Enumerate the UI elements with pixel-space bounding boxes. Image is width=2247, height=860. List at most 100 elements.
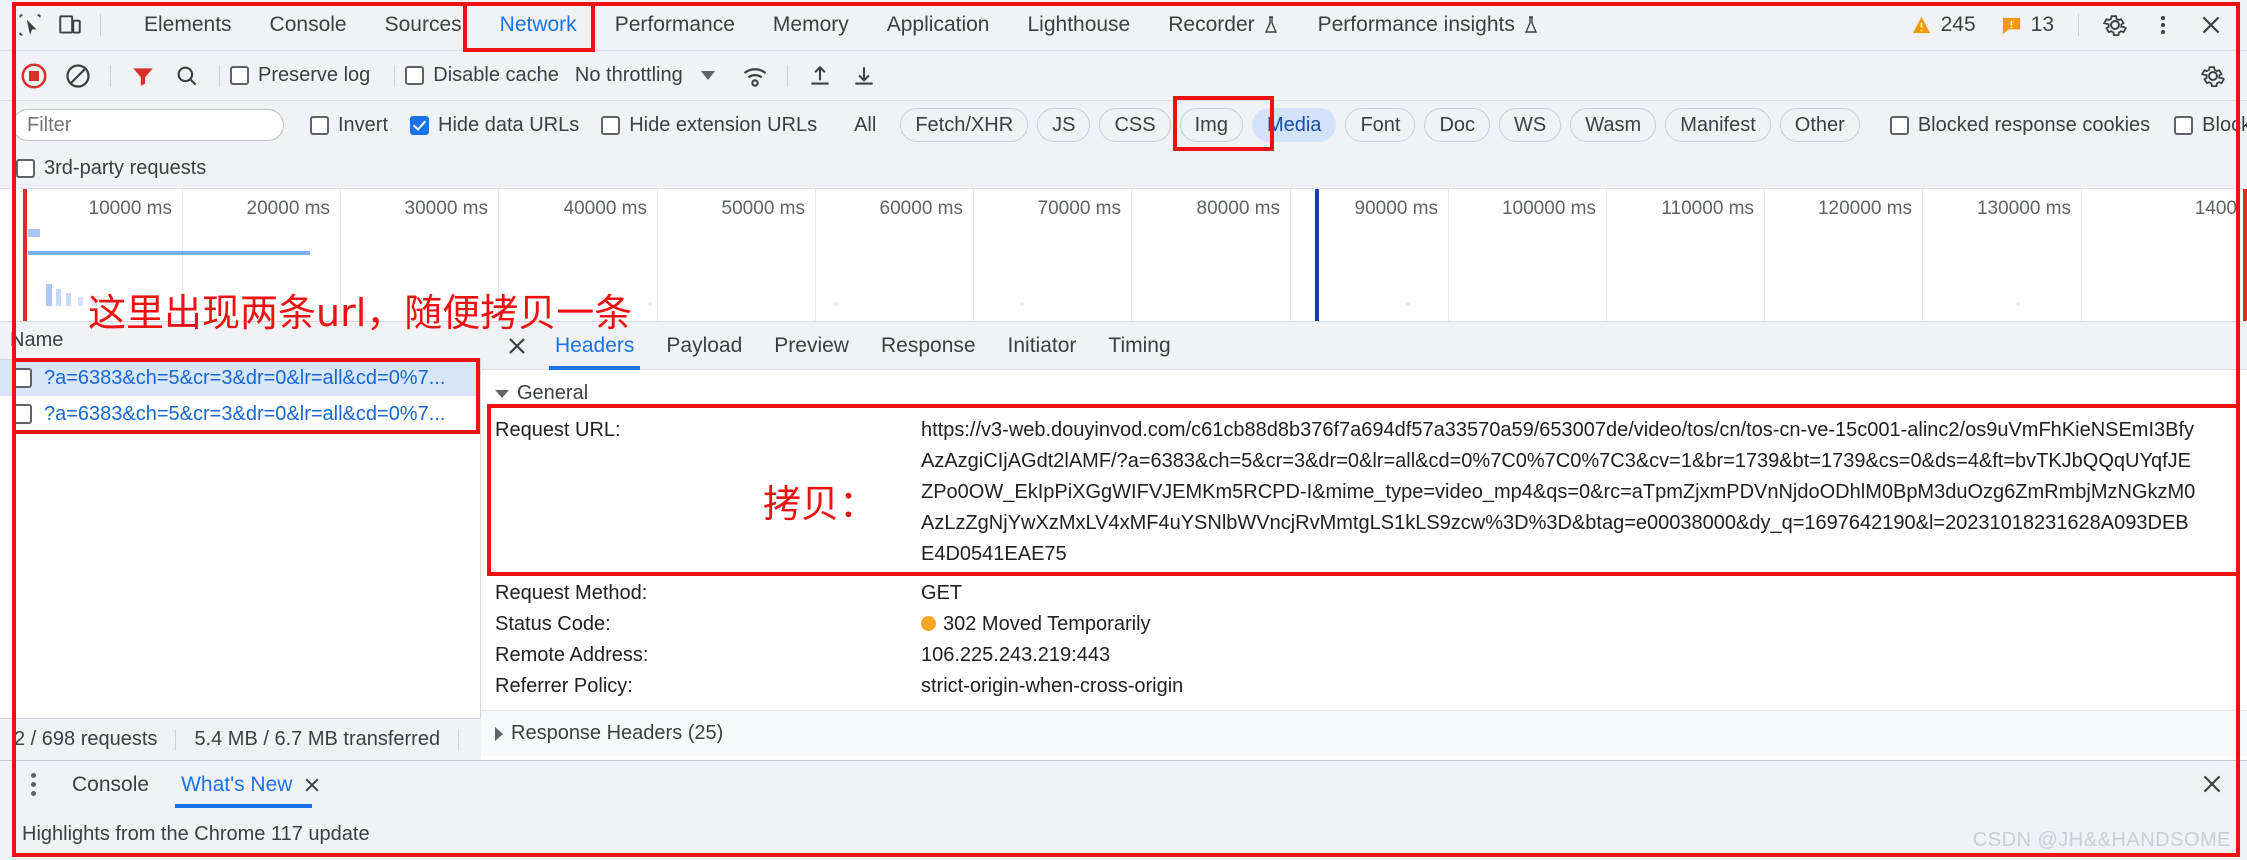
throttling-select[interactable]: No throttling (575, 64, 715, 87)
filter-input[interactable] (12, 109, 284, 141)
close-icon[interactable] (2189, 3, 2233, 47)
table-row[interactable]: ?a=6383&ch=5&cr=3&dr=0&lr=all&cd=0%7... (0, 360, 480, 396)
drawer-tab-console[interactable]: Console (56, 761, 165, 808)
tab-label: Console (269, 13, 347, 36)
requests-list[interactable]: ?a=6383&ch=5&cr=3&dr=0&lr=all&cd=0%7... … (0, 360, 481, 718)
field-key: Referrer Policy: (495, 675, 633, 697)
hide-extension-urls-checkbox[interactable]: Hide extension URLs (601, 114, 817, 137)
type-filter-ws[interactable]: WS (1499, 108, 1562, 142)
third-party-requests-checkbox[interactable]: 3rd-party requests (16, 157, 206, 180)
timeline-tick: 130000 ms (1976, 198, 2071, 219)
import-har-icon[interactable] (798, 54, 842, 98)
type-filter-label: Wasm (1585, 113, 1642, 136)
tab-label: Performance (614, 13, 735, 36)
gear-icon[interactable] (2093, 3, 2137, 47)
close-drawer-icon[interactable] (2199, 771, 2225, 797)
network-settings-gear-icon[interactable] (2191, 54, 2235, 98)
detail-tab-initiator[interactable]: Initiator (992, 322, 1093, 370)
type-filter-label: Media (1266, 113, 1322, 136)
type-filter-manifest[interactable]: Manifest (1665, 108, 1771, 142)
type-filter-other[interactable]: Other (1779, 108, 1860, 142)
overview-request-bar (834, 302, 838, 306)
detail-tab-preview[interactable]: Preview (758, 322, 865, 370)
tab-performance-insights[interactable]: Performance insights (1299, 0, 1559, 51)
tab-console[interactable]: Console (251, 0, 366, 51)
checkbox-box (1889, 115, 1909, 135)
export-har-icon[interactable] (842, 54, 886, 98)
blocked-requests-label: Blocked requests (2202, 113, 2247, 136)
tab-network[interactable]: Network (481, 0, 596, 51)
devtools-window: Elements Console Sources Network Perform… (0, 0, 2247, 860)
type-filter-label: Fetch/XHR (915, 113, 1014, 136)
inspect-element-icon[interactable] (10, 5, 50, 45)
type-filter-img[interactable]: Img (1179, 108, 1243, 142)
type-filter-all[interactable]: All (839, 108, 891, 142)
errors-badge[interactable]: 13 (1990, 13, 2064, 37)
row-checkbox[interactable] (12, 404, 32, 424)
type-filter-css[interactable]: CSS (1099, 108, 1171, 142)
close-icon[interactable] (302, 775, 322, 795)
table-row[interactable]: ?a=6383&ch=5&cr=3&dr=0&lr=all&cd=0%7... (0, 396, 480, 432)
drawer-tab-whats-new[interactable]: What's New (165, 761, 338, 808)
detail-tab-response[interactable]: Response (865, 322, 992, 370)
blocked-response-cookies-checkbox[interactable]: Blocked response cookies (1889, 114, 2150, 137)
tab-lighthouse[interactable]: Lighthouse (1008, 0, 1149, 51)
general-section-header[interactable]: General (495, 382, 2247, 405)
preserve-log-checkbox[interactable]: Preserve log (230, 64, 370, 87)
checkbox-box (16, 159, 35, 178)
detail-tab-payload[interactable]: Payload (650, 322, 758, 370)
search-icon[interactable] (165, 54, 209, 98)
type-filter-label: CSS (1114, 113, 1156, 136)
hide-data-urls-checkbox[interactable]: Hide data URLs (410, 114, 579, 137)
timeline-tick: 60000 ms (879, 198, 963, 219)
invert-checkbox[interactable]: Invert (310, 114, 388, 137)
disable-cache-checkbox[interactable]: Disable cache (405, 64, 559, 87)
type-filter-label: Img (1194, 113, 1228, 136)
blocked-requests-checkbox[interactable]: Blocked requests (2174, 114, 2247, 137)
type-filter-font[interactable]: Font (1345, 108, 1416, 142)
overview-request-bar (28, 229, 40, 237)
tab-label: Recorder (1168, 13, 1255, 36)
tab-label: Application (886, 13, 990, 36)
type-filter-doc[interactable]: Doc (1424, 108, 1491, 142)
device-toolbar-icon[interactable] (50, 5, 90, 45)
drawer-more-tools-icon[interactable] (18, 773, 48, 796)
type-filter-fetch-xhr[interactable]: Fetch/XHR (900, 108, 1029, 142)
tab-performance[interactable]: Performance (596, 0, 754, 51)
status-divider (458, 728, 460, 751)
tab-memory[interactable]: Memory (754, 0, 868, 51)
filter-funnel-icon[interactable] (121, 54, 165, 98)
stop-recording-icon[interactable] (12, 54, 56, 98)
toolbar-divider (219, 64, 220, 87)
tab-recorder[interactable]: Recorder (1149, 0, 1298, 51)
network-conditions-icon[interactable] (733, 54, 777, 98)
tab-elements[interactable]: Elements (125, 0, 251, 51)
tab-sources[interactable]: Sources (366, 0, 481, 51)
detail-tab-timing[interactable]: Timing (1092, 322, 1186, 370)
clear-log-icon[interactable] (56, 54, 100, 98)
row-checkbox[interactable] (12, 368, 32, 388)
status-code-text: 302 Moved Temporarily (943, 613, 1151, 635)
request-detail-pane: Headers Payload Preview Response Initiat… (481, 322, 2247, 760)
response-headers-section-header[interactable]: Response Headers (25) (481, 710, 2247, 756)
chevron-down-icon (700, 71, 715, 80)
timeline-tick: 100000 ms (1501, 198, 1596, 219)
invert-label: Invert (338, 113, 389, 136)
tab-label: Performance insights (1317, 13, 1515, 36)
type-filter-label: Font (1360, 113, 1401, 136)
type-filter-label: All (854, 113, 877, 136)
status-badge (921, 616, 936, 631)
field-value[interactable]: https://v3-web.douyinvod.com/c61cb88d8b3… (921, 415, 2201, 570)
warnings-badge[interactable]: 245 (1900, 13, 1986, 37)
type-filter-media[interactable]: Media (1251, 108, 1337, 142)
toolbar-divider (2078, 14, 2079, 36)
more-options-icon[interactable] (2141, 3, 2185, 47)
type-filter-js[interactable]: JS (1037, 108, 1091, 142)
toolbar-divider (110, 64, 111, 87)
throttling-value: No throttling (574, 64, 683, 86)
checkbox-box (410, 115, 430, 135)
type-filter-wasm[interactable]: Wasm (1570, 108, 1657, 142)
tab-application[interactable]: Application (868, 0, 1009, 51)
third-party-filter-row: 3rd-party requests (0, 149, 2247, 189)
overview-request-bar (46, 284, 52, 306)
